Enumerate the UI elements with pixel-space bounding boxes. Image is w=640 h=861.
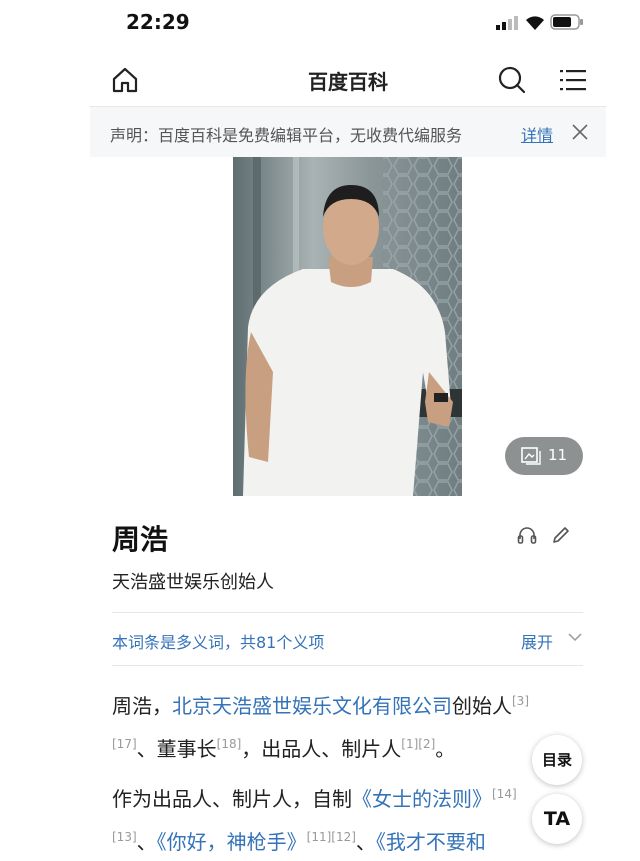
status-time: 22:29 [126, 10, 190, 34]
close-icon[interactable] [572, 124, 588, 140]
reference-link[interactable]: [14] [492, 787, 517, 801]
notice-bar: 声明：百度百科是免费编辑平台，无收费代编服务 详情 [90, 107, 606, 157]
work-link[interactable]: 《你好，神枪手》 [157, 830, 307, 854]
edit-icon[interactable] [551, 525, 571, 545]
para1-text: ，出品人、制片人 [241, 737, 402, 761]
album-button[interactable]: 11 [505, 437, 583, 475]
expand-button[interactable]: 展开 [521, 629, 553, 653]
wifi-icon [526, 16, 544, 30]
reference-link[interactable]: [17] [112, 737, 137, 751]
entry-description: 天浩盛世娱乐创始人 [112, 572, 274, 593]
polysemy-text: 本词条是多义词，共81个义项 [112, 633, 325, 652]
page-title: 百度百科 [308, 70, 388, 94]
reference-link[interactable]: [1][2] [401, 737, 435, 751]
para1-text: 周浩， [112, 694, 172, 718]
para1-text: 。 [435, 737, 456, 761]
ta-button[interactable]: TA [532, 794, 582, 844]
notice-details-link[interactable]: 详情 [521, 122, 553, 146]
top-nav: 百度百科 [90, 56, 606, 107]
para2-text: 、 [136, 830, 157, 854]
headphones-icon[interactable] [517, 526, 537, 544]
reference-link[interactable]: [3] [512, 694, 529, 708]
search-icon[interactable] [498, 66, 526, 94]
reference-link[interactable]: [13] [112, 830, 137, 844]
work-link[interactable]: 《女士的法则》 [352, 787, 492, 811]
gallery-icon [521, 447, 541, 465]
reference-link[interactable]: [11][12] [307, 830, 356, 844]
para1-text: 、董事长 [136, 737, 217, 761]
work-link[interactable]: 《我才不要和 [376, 830, 486, 854]
album-count: 11 [548, 446, 568, 464]
notice-text: 声明：百度百科是免费编辑平台，无收费代编服务 [110, 126, 463, 145]
polysemy-bar[interactable]: 本词条是多义词，共81个义项 展开 [112, 612, 583, 666]
menu-icon[interactable] [560, 68, 586, 92]
para1-text: 创始人 [452, 694, 512, 718]
signal-icon [496, 16, 518, 30]
summary-paragraph-1: 周浩，北京天浩盛世娱乐文化有限公司创始人[3] [17]、董事长[18]，出品人、… [112, 682, 562, 768]
entry-name: 周浩 [112, 523, 169, 556]
reference-link[interactable]: [18] [217, 737, 242, 751]
entry-photo[interactable] [233, 157, 462, 496]
chevron-down-icon [568, 633, 582, 642]
summary-paragraph-2: 作为出品人、制片人，自制《女士的法则》[14] [13]、《你好，神枪手》[11]… [112, 775, 562, 861]
para2-text: 作为出品人、制片人，自制 [112, 787, 352, 811]
para2-text: 、 [355, 830, 376, 854]
company-link[interactable]: 北京天浩盛世娱乐文化有限公司 [172, 694, 452, 718]
battery-icon [550, 14, 583, 30]
status-bar: 22:29 [0, 0, 640, 48]
toc-button[interactable]: 目录 [532, 735, 582, 785]
